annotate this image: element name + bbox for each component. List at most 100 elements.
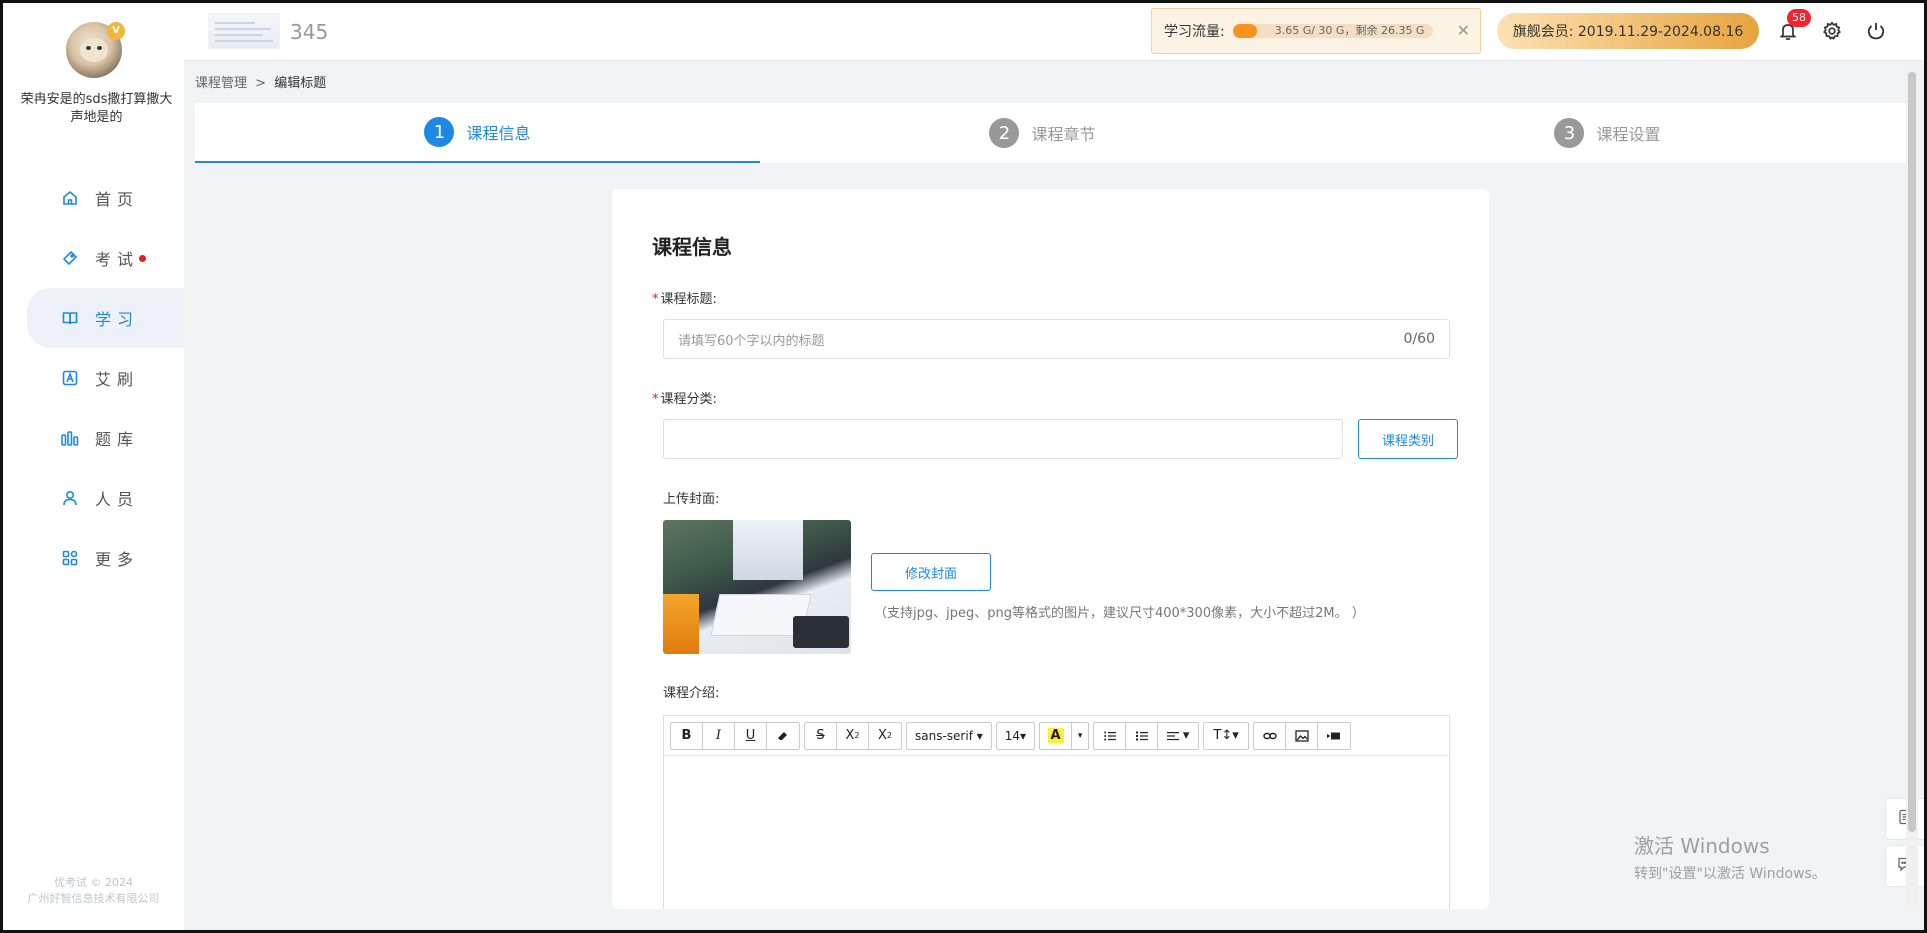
strikethrough-icon[interactable]: S xyxy=(805,722,837,749)
site-title: 345 xyxy=(290,20,329,44)
course-intro-label: 课程介绍: xyxy=(663,686,720,701)
line-height-group: T↕▾ xyxy=(1203,721,1250,750)
letter-a-icon xyxy=(61,369,79,387)
nav-item-home[interactable]: 首页 xyxy=(3,168,184,228)
nav-label: 人员 xyxy=(95,490,140,509)
course-title-placeholder: 请填写60个字以内的标题 xyxy=(678,333,825,349)
traffic-notice: 学习流量: 3.65 G/ 30 G，剩余 26.35 G ✕ xyxy=(1151,8,1481,54)
avatar-eye xyxy=(86,46,91,50)
link-icon[interactable] xyxy=(1254,722,1287,749)
image-icon[interactable] xyxy=(1286,722,1319,749)
traffic-label: 学习流量: xyxy=(1164,24,1225,40)
format-group: B I U xyxy=(670,721,800,750)
nav-label: 首页 xyxy=(95,190,140,209)
course-title-input[interactable]: 请填写60个字以内的标题 0/60 xyxy=(663,319,1450,359)
traffic-progress-fill xyxy=(1232,24,1257,38)
page-scrollbar[interactable] xyxy=(1906,70,1918,910)
scrollbar-thumb[interactable] xyxy=(1908,72,1916,832)
step-label: 课程信息 xyxy=(466,124,531,143)
course-info-card: 课程信息 * 课程标题: 请填写60个字以内的标题 0/60 * 课程分类: 课程类… xyxy=(612,189,1489,909)
site-logo[interactable] xyxy=(208,13,280,49)
step-label: 课程章节 xyxy=(1031,125,1096,144)
step-course-settings[interactable]: 3 课程设置 xyxy=(1325,103,1890,163)
gear-icon[interactable] xyxy=(1822,21,1844,43)
power-icon[interactable] xyxy=(1866,21,1888,43)
numbered-list-icon[interactable] xyxy=(1126,722,1159,749)
tag-icon xyxy=(61,249,79,267)
grid-icon xyxy=(61,549,79,567)
course-category-input[interactable] xyxy=(663,419,1343,459)
main-nav: 首页 考试 学习 艾刷 题库 人员 更多 xyxy=(3,168,184,588)
copyright-line: 优考试 © 2024 xyxy=(54,876,133,889)
bar-chart-icon xyxy=(61,429,79,447)
avatar-face xyxy=(80,38,108,62)
nav-label: 题库 xyxy=(95,430,140,449)
breadcrumb-separator: > xyxy=(255,76,267,91)
line-height-icon[interactable]: T↕▾ xyxy=(1204,723,1248,749)
font-family-label: sans-serif xyxy=(915,728,973,743)
video-icon[interactable] xyxy=(1318,723,1350,749)
notification-count-badge: 58 xyxy=(1787,9,1811,27)
insert-group xyxy=(1253,721,1352,750)
font-size-label: 14 xyxy=(1004,728,1021,743)
chat-widget-button[interactable] xyxy=(1885,845,1925,887)
label-text: 课程分类: xyxy=(660,392,717,407)
section-title: 课程信息 xyxy=(652,235,732,259)
nav-item-practice[interactable]: 艾刷 xyxy=(3,348,184,408)
course-category-label: * 课程分类: xyxy=(652,388,717,407)
nav-item-people[interactable]: 人员 xyxy=(3,468,184,528)
sidebar: V 荣冉安是的sds撒打算撒大声地是的 首页 考试 学习 艾刷 题库 人员 更多… xyxy=(3,3,184,930)
nav-label: 学习 xyxy=(95,310,140,329)
text-color-icon[interactable]: A xyxy=(1040,722,1073,749)
underline-icon[interactable]: U xyxy=(735,722,767,749)
breadcrumb-current: 编辑标题 xyxy=(274,76,327,91)
change-cover-button[interactable]: 修改封面 xyxy=(871,553,991,591)
rich-text-editor: B I U S X2 X2 sans-serif ▾ 14 ▾ A ▾ ▾ T↕… xyxy=(663,715,1450,909)
membership-badge[interactable]: 旗舰会员: 2019.11.29-2024.08.16 xyxy=(1497,13,1759,49)
italic-icon[interactable]: I xyxy=(703,722,735,749)
cover-image xyxy=(663,520,851,654)
font-size-value: 14 ▾ xyxy=(1004,728,1027,743)
top-header: 345 学习流量: 3.65 G/ 30 G，剩余 26.35 G ✕ 旗舰会员… xyxy=(184,3,1924,61)
watermark-title: 激活 Windows xyxy=(1634,834,1770,858)
home-icon xyxy=(61,189,79,207)
nav-label: 更多 xyxy=(95,550,140,569)
align-icon[interactable]: ▾ xyxy=(1158,723,1198,749)
user-name: 荣冉安是的sds撒打算撒大声地是的 xyxy=(20,92,173,125)
bold-icon[interactable]: B xyxy=(671,722,703,749)
color-group: A ▾ xyxy=(1039,721,1090,750)
label-text: 课程标题: xyxy=(660,292,717,307)
book-icon xyxy=(61,309,79,327)
upload-cover-label: 上传封面: xyxy=(663,492,720,507)
font-size-select[interactable]: 14 ▾ xyxy=(995,721,1036,750)
windows-activation-watermark: 激活 Windows 转到"设置"以激活 Windows。 xyxy=(1634,830,1826,883)
required-mark: * xyxy=(652,392,659,407)
list-group: ▾ xyxy=(1093,721,1200,750)
nav-label: 艾刷 xyxy=(95,370,140,389)
nav-item-more[interactable]: 更多 xyxy=(3,528,184,588)
step-number: 3 xyxy=(1554,118,1585,148)
subscript-icon[interactable]: X2 xyxy=(869,723,901,749)
vip-badge-icon: V xyxy=(107,22,125,40)
course-category-button[interactable]: 课程类别 xyxy=(1358,419,1458,459)
chevron-down-icon[interactable]: ▾ xyxy=(1072,723,1088,749)
watermark-subtitle: 转到"设置"以激活 Windows。 xyxy=(1634,866,1826,882)
close-icon[interactable]: ✕ xyxy=(1457,21,1470,40)
nav-item-exam[interactable]: 考试 xyxy=(3,228,184,288)
nav-item-question-bank[interactable]: 题库 xyxy=(3,408,184,468)
traffic-text: 3.65 G/ 30 G，剩余 26.35 G xyxy=(1274,24,1425,37)
document-widget-button[interactable] xyxy=(1885,798,1925,840)
step-course-info[interactable]: 1 课程信息 xyxy=(195,103,760,163)
step-tabs: 1 课程信息 2 课程章节 3 课程设置 xyxy=(195,103,1906,163)
eraser-icon[interactable] xyxy=(767,723,799,749)
step-course-chapters[interactable]: 2 课程章节 xyxy=(760,103,1325,163)
copyright: 优考试 © 2024 广州好智信息技术有限公司 xyxy=(3,875,184,907)
bullet-list-icon[interactable] xyxy=(1094,722,1127,749)
step-label: 课程设置 xyxy=(1596,125,1661,144)
superscript-icon[interactable]: X2 xyxy=(837,722,869,749)
unread-dot xyxy=(139,254,147,262)
font-family-select[interactable]: sans-serif ▾ xyxy=(906,721,992,750)
nav-item-study[interactable]: 学习 xyxy=(27,288,184,348)
breadcrumb-parent-link[interactable]: 课程管理 xyxy=(195,76,247,91)
course-title-label: * 课程标题: xyxy=(652,288,717,307)
